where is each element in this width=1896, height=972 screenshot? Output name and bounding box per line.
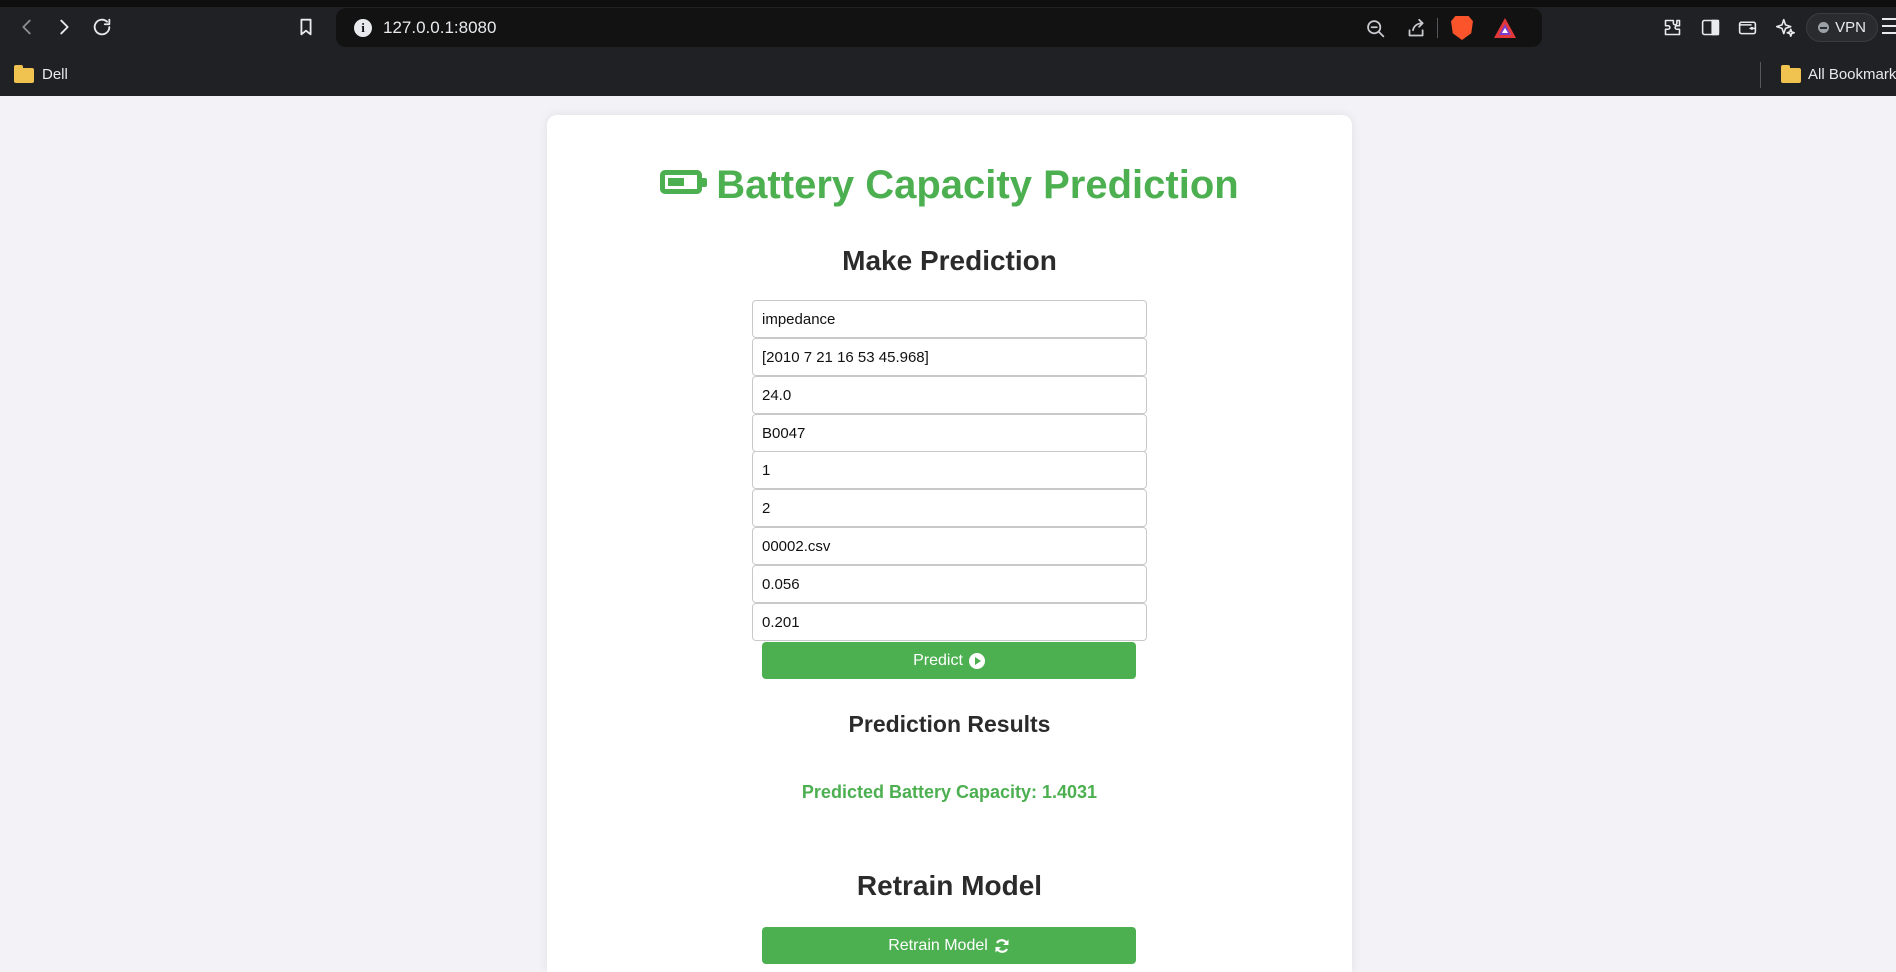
retrain-button-label: Retrain Model	[888, 936, 988, 954]
bookmark-icon	[300, 18, 312, 36]
address-bar[interactable]: i 127.0.0.1:8080	[336, 8, 1542, 47]
page-title-text: Battery Capacity Prediction	[716, 163, 1239, 207]
share-icon[interactable]	[1404, 16, 1428, 40]
zoom-icon[interactable]	[1363, 16, 1387, 40]
sidebar-toggle-icon[interactable]	[1697, 14, 1723, 40]
main-menu-icon[interactable]	[1882, 18, 1896, 34]
forward-button[interactable]	[50, 13, 78, 41]
input-field-1[interactable]	[752, 300, 1147, 338]
make-prediction-heading: Make Prediction	[842, 245, 1057, 276]
retrain-heading: Retrain Model	[856, 870, 1043, 901]
main-card: Battery Capacity Prediction Make Predict…	[547, 115, 1352, 972]
address-bar-divider	[1437, 18, 1438, 38]
play-circle-icon	[968, 652, 985, 669]
vpn-label: VPN	[1835, 19, 1866, 36]
vpn-status-icon	[1818, 22, 1830, 33]
input-field-8[interactable]	[752, 565, 1147, 603]
bookmark-label: Dell	[42, 66, 68, 83]
reload-button[interactable]	[88, 13, 116, 41]
site-info-icon[interactable]: i	[354, 19, 372, 37]
page-title: Battery Capacity Prediction	[547, 163, 1352, 208]
back-button[interactable]	[13, 13, 41, 41]
all-bookmarks-button[interactable]: All Bookmarks	[1781, 65, 1896, 85]
forward-arrow-icon	[60, 19, 69, 35]
url-text[interactable]: 127.0.0.1:8080	[383, 18, 496, 38]
battery-icon	[660, 170, 708, 194]
all-bookmarks-label: All Bookmarks	[1808, 66, 1896, 83]
input-field-5[interactable]	[752, 451, 1147, 489]
brave-rewards-icon[interactable]	[1493, 17, 1517, 39]
results-heading: Prediction Results	[848, 711, 1051, 737]
input-field-4[interactable]	[752, 414, 1147, 452]
input-field-7[interactable]	[752, 527, 1147, 565]
leo-ai-icon[interactable]	[1772, 14, 1798, 40]
extensions-icon[interactable]	[1659, 14, 1685, 40]
vpn-button[interactable]: VPN	[1806, 13, 1878, 42]
retrain-model-button[interactable]: Retrain Model	[762, 927, 1136, 964]
bookmarks-bar: Dell All Bookmarks	[0, 54, 1896, 96]
predict-button-label: Predict	[913, 651, 963, 669]
predict-button[interactable]: Predict	[762, 642, 1136, 679]
refresh-icon	[995, 938, 1009, 953]
input-field-9[interactable]	[752, 603, 1147, 641]
bookmark-page-button[interactable]	[292, 13, 320, 41]
prediction-result: Predicted Battery Capacity: 1.4031	[801, 782, 1098, 802]
browser-toolbar: i 127.0.0.1:8080 VPN	[0, 0, 1896, 54]
reload-icon	[93, 18, 111, 36]
input-field-2[interactable]	[752, 338, 1147, 376]
wallet-icon[interactable]	[1734, 14, 1760, 40]
folder-icon	[1781, 65, 1801, 83]
bookmarks-divider	[1760, 62, 1761, 88]
brave-shields-icon[interactable]	[1451, 16, 1473, 40]
input-field-3[interactable]	[752, 376, 1147, 414]
back-arrow-icon	[22, 19, 31, 35]
input-field-6[interactable]	[752, 489, 1147, 527]
folder-icon	[14, 65, 34, 83]
